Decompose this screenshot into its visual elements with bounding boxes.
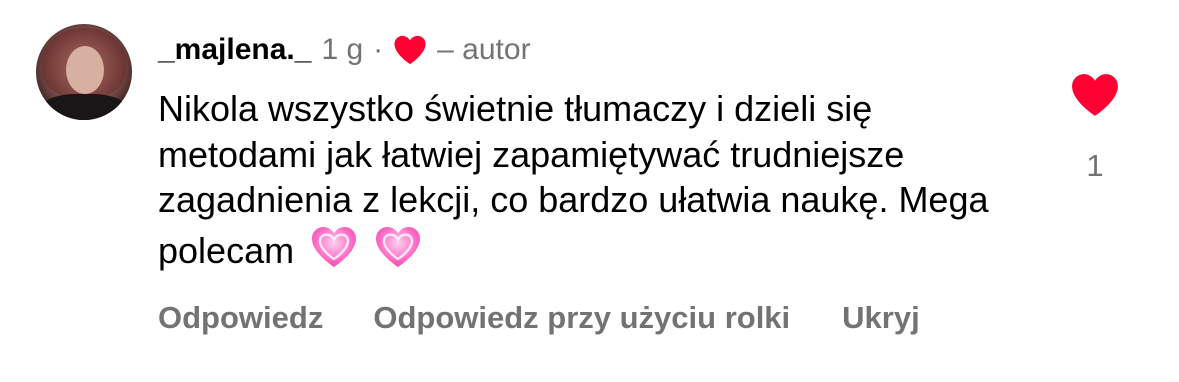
- username[interactable]: _majlena._: [158, 33, 311, 67]
- comment-body: Nikola wszystko świetnie tłumaczy i dzie…: [158, 88, 989, 271]
- avatar-shirt: [40, 94, 128, 120]
- comment-header: _majlena._ 1 g · – autor: [158, 30, 531, 70]
- reply-button[interactable]: Odpowiedz: [158, 300, 323, 336]
- hide-button[interactable]: Ukryj: [842, 300, 920, 336]
- comment-actions: Odpowiedz Odpowiedz przy użyciu rolki Uk…: [158, 300, 920, 336]
- pink-heart-emoji: [376, 226, 421, 267]
- author-heart-icon: [394, 35, 426, 65]
- avatar[interactable]: [36, 24, 132, 120]
- reply-with-reel-button[interactable]: Odpowiedz przy użyciu rolki: [373, 300, 790, 336]
- author-label: – autor: [437, 33, 531, 66]
- separator-dot: ·: [373, 33, 384, 66]
- comment-text: Nikola wszystko świetnie tłumaczy i dzie…: [158, 86, 1018, 273]
- timestamp: 1 g: [321, 33, 364, 66]
- pink-heart-emoji: [312, 226, 357, 267]
- avatar-face: [66, 46, 104, 94]
- like-heart-icon[interactable]: [1070, 72, 1120, 118]
- like-count: 1: [1086, 148, 1104, 183]
